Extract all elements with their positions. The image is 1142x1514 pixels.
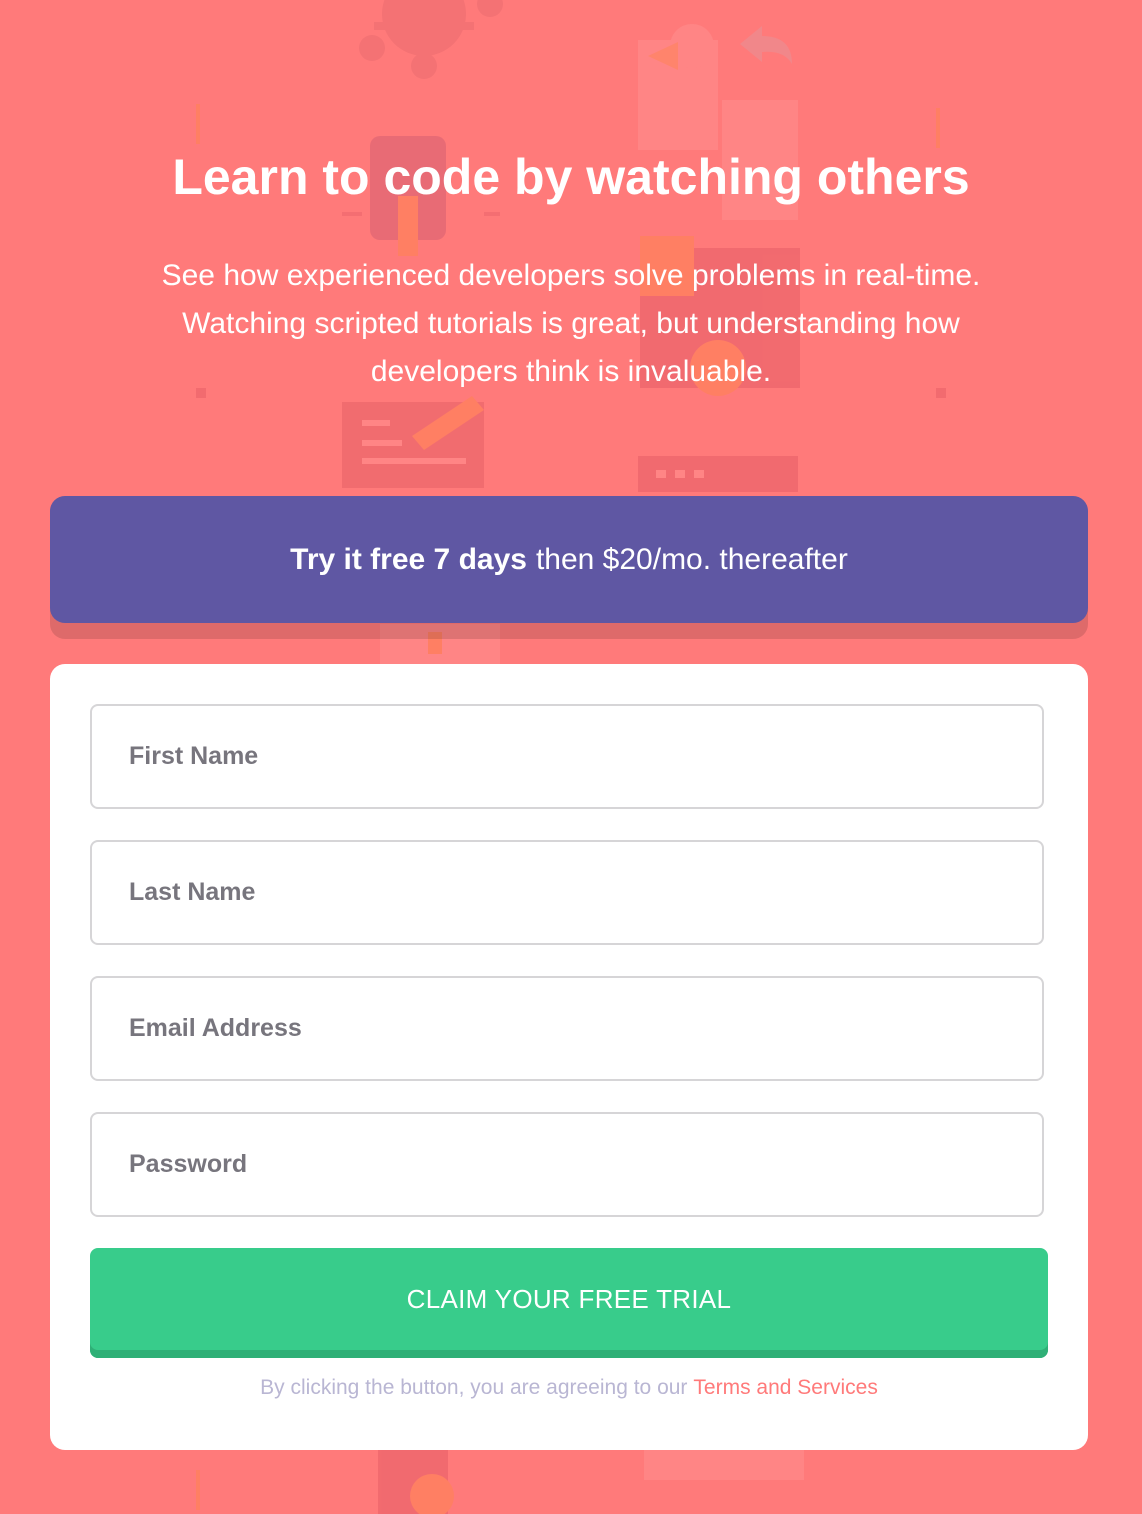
terms-and-services-link[interactable]: Terms and Services [693,1376,877,1399]
promo-price-text: then $20/mo. thereafter [535,542,848,576]
last-name-field-wrapper [90,840,1044,945]
password-input[interactable] [92,1114,1042,1215]
trial-promo-banner: Try it free 7 days then $20/mo. thereaft… [50,496,1088,623]
network-icon [359,0,503,79]
promo-highlight: Try it free 7 days [290,542,527,576]
document-pencil-icon [342,396,484,488]
browser-window-icon [638,456,798,492]
first-name-input[interactable] [92,706,1042,807]
password-field-wrapper [90,1112,1044,1217]
hero-description: See how experienced developers solve pro… [161,259,981,388]
last-name-input[interactable] [92,842,1042,943]
claim-free-trial-button[interactable]: CLAIM YOUR FREE TRIAL [90,1248,1048,1358]
email-field-wrapper [90,976,1044,1081]
email-input[interactable] [92,978,1042,1079]
first-name-field-wrapper [90,704,1044,809]
terms-notice-text: By clicking the button, you are agreeing… [260,1376,688,1399]
signup-form: CLAIM YOUR FREE TRIAL By clicking the bu… [50,664,1088,1450]
terms-notice: By clicking the button, you are agreeing… [50,1376,1088,1400]
page-title: Learn to code by watching others [172,149,970,205]
